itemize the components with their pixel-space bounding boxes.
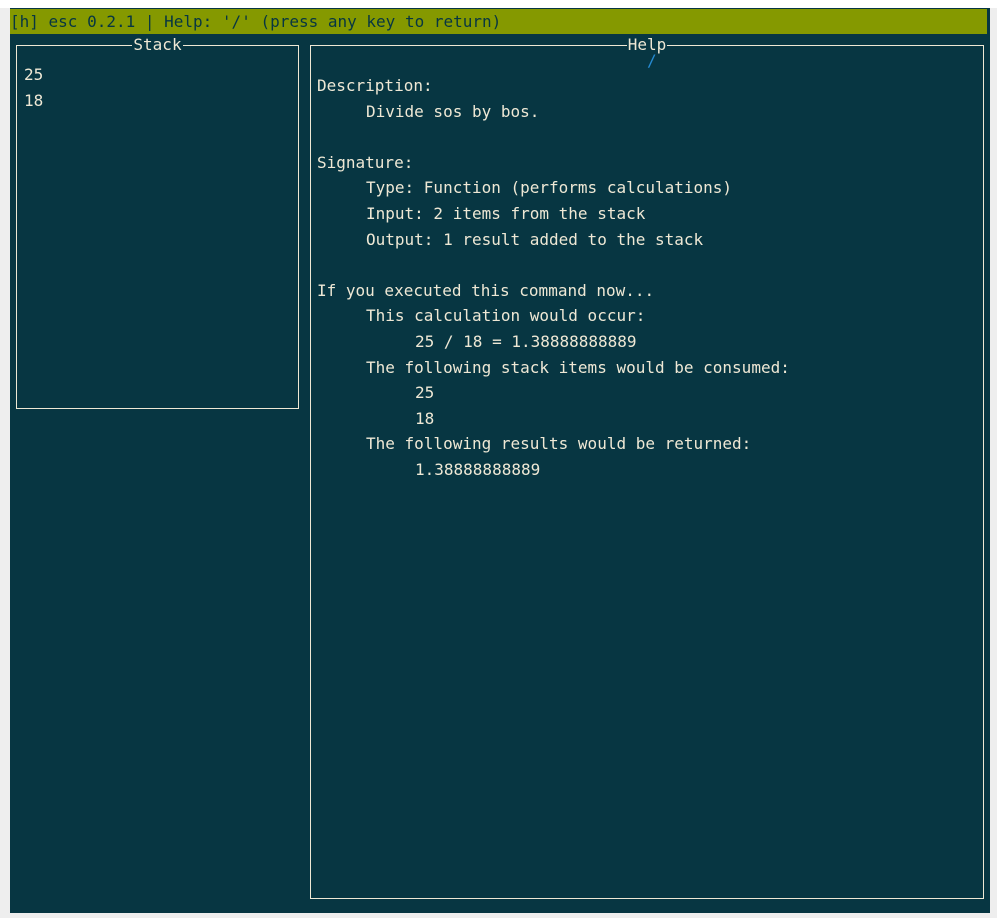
stack-item: 25 — [24, 65, 44, 84]
stack-panel-title-text: Stack — [132, 35, 183, 54]
signature-type: Type: Function (performs calculations) — [366, 178, 733, 198]
calculation-heading: This calculation would occur: — [366, 306, 646, 326]
consumed-item: 25 — [415, 383, 435, 403]
window-right-edge — [990, 8, 997, 918]
description-heading: Description: — [317, 76, 433, 95]
consumed-heading: The following stack items would be consu… — [366, 357, 790, 377]
help-panel: Help / Description: Divide sos by bos. S… — [310, 35, 984, 899]
operator-symbol: / — [647, 51, 657, 70]
stack-list: 25 18 — [24, 62, 43, 113]
stack-panel: Stack 25 18 — [16, 35, 299, 409]
stack-panel-title: Stack — [17, 35, 298, 55]
help-body: / Description: Divide sos by bos. Signat… — [317, 51, 977, 483]
status-bar: [h] esc 0.2.1 | Help: '/' (press any key… — [10, 9, 987, 34]
consumed-item: 18 — [415, 408, 435, 428]
returned-item: 1.38888888889 — [415, 459, 541, 479]
window-left-edge — [0, 8, 10, 918]
calculation-text: 25 / 18 = 1.38888888889 — [415, 331, 637, 351]
returned-heading: The following results would be returned: — [366, 434, 752, 454]
execution-heading: If you executed this command now... — [317, 280, 655, 300]
operator-line: / — [317, 48, 977, 73]
signature-output: Output: 1 result added to the stack — [366, 229, 704, 249]
stack-item: 18 — [24, 90, 44, 110]
terminal-window: [h] esc 0.2.1 | Help: '/' (press any key… — [0, 0, 997, 918]
signature-heading: Signature: — [317, 152, 414, 172]
description-text: Divide sos by bos. — [366, 101, 540, 121]
top-strip — [0, 0, 997, 8]
signature-input: Input: 2 items from the stack — [366, 203, 646, 223]
window-bottom-edge — [0, 913, 997, 918]
